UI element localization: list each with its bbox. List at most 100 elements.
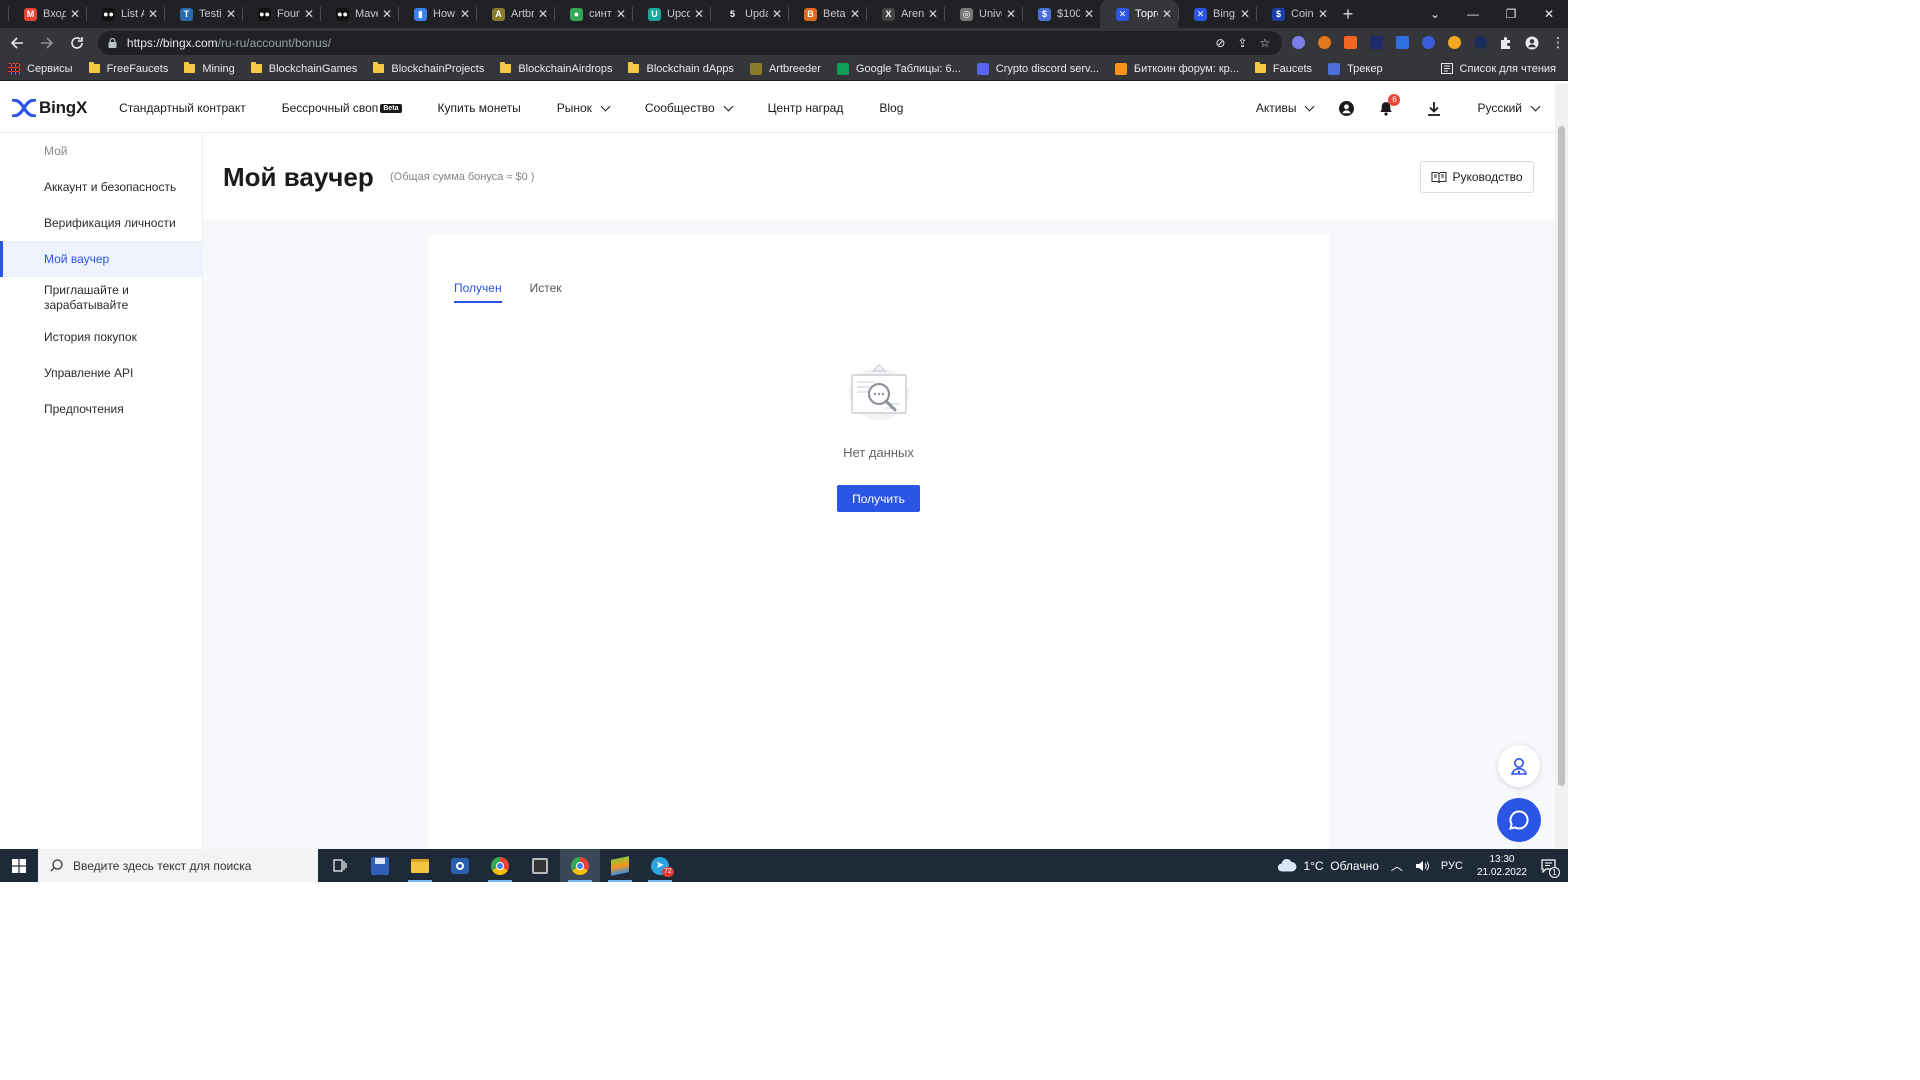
support-button[interactable] bbox=[1498, 745, 1540, 787]
minimize-button[interactable]: — bbox=[1454, 0, 1492, 28]
close-tab-icon[interactable]: ✕ bbox=[1162, 7, 1172, 21]
bookmark-item[interactable]: Faucets bbox=[1247, 62, 1320, 75]
forward-button[interactable] bbox=[34, 30, 60, 56]
bookmark-item[interactable]: Биткоин форум: кр... bbox=[1107, 62, 1247, 75]
assets-menu[interactable]: Активы bbox=[1243, 101, 1327, 115]
tracking-off-icon[interactable]: ⊘ bbox=[1215, 36, 1225, 50]
browser-tab[interactable]: ✕ BingX ✕ bbox=[1178, 0, 1256, 28]
browser-tab[interactable]: ●● List Ai ✕ bbox=[86, 0, 164, 28]
nav-item[interactable]: Стандартный контракт bbox=[101, 101, 264, 115]
nav-item[interactable]: Купить монеты bbox=[420, 101, 539, 115]
restore-button[interactable]: ❐ bbox=[1492, 0, 1530, 28]
browser-tab[interactable]: ◎ Unive ✕ bbox=[944, 0, 1022, 28]
close-tab-icon[interactable]: ✕ bbox=[226, 7, 236, 21]
close-tab-icon[interactable]: ✕ bbox=[538, 7, 548, 21]
browser-tab[interactable]: ●● Founti ✕ bbox=[242, 0, 320, 28]
close-tab-icon[interactable]: ✕ bbox=[382, 7, 392, 21]
tab-search-icon[interactable]: ⌄ bbox=[1416, 0, 1454, 28]
browser-tab[interactable]: $ Coins ✕ bbox=[1256, 0, 1334, 28]
address-bar[interactable]: https://bingx.com/ru-ru/account/bonus/ ⊘… bbox=[97, 30, 1283, 55]
language-selector[interactable]: Русский bbox=[1464, 101, 1555, 115]
nav-item[interactable]: Рынок bbox=[539, 101, 627, 115]
close-tab-icon[interactable]: ✕ bbox=[1240, 7, 1250, 21]
bookmark-item[interactable]: BlockchainAirdrops bbox=[492, 62, 620, 75]
bookmark-item[interactable]: Google Таблицы: 6... bbox=[829, 62, 969, 75]
close-tab-icon[interactable]: ✕ bbox=[616, 7, 626, 21]
extension-5-icon[interactable] bbox=[1392, 33, 1412, 53]
sidebar-item[interactable]: Управление API bbox=[0, 355, 203, 391]
bookmark-item[interactable]: Mining bbox=[176, 62, 242, 75]
floppy-app-icon[interactable] bbox=[360, 849, 400, 882]
bookmark-item[interactable]: Blockchain dApps bbox=[620, 62, 741, 75]
sidebar-item[interactable]: Верификация личности bbox=[0, 205, 203, 241]
task-view-icon[interactable] bbox=[320, 849, 360, 882]
bookmark-star-icon[interactable]: ☆ bbox=[1260, 36, 1271, 50]
bookmark-item[interactable]: BlockchainProjects bbox=[365, 62, 492, 75]
action-center-button[interactable]: 1 bbox=[1535, 858, 1568, 878]
sidebar-item[interactable]: История покупок bbox=[0, 319, 203, 355]
browser-tab[interactable]: A Artbre ✕ bbox=[476, 0, 554, 28]
taskbar-search[interactable]: Введите здесь текст для поиска bbox=[38, 849, 318, 882]
extension-6-icon[interactable] bbox=[1418, 33, 1438, 53]
nav-item[interactable]: Бессрочный своп Beta bbox=[264, 101, 420, 115]
tab-received[interactable]: Получен bbox=[454, 281, 502, 303]
nav-item[interactable]: Центр наград bbox=[750, 101, 862, 115]
bluestacks-icon[interactable] bbox=[600, 849, 640, 882]
browser-tab[interactable]: B Betan ✕ bbox=[788, 0, 866, 28]
close-tab-icon[interactable]: ✕ bbox=[928, 7, 938, 21]
sidebar-item[interactable]: Приглашайте и зарабатывайте bbox=[0, 277, 203, 319]
sidebar-item[interactable]: Мой ваучер bbox=[0, 241, 203, 277]
chrome-icon[interactable] bbox=[480, 849, 520, 882]
close-tab-icon[interactable]: ✕ bbox=[460, 7, 470, 21]
video-editor-icon[interactable] bbox=[520, 849, 560, 882]
extension-8-icon[interactable] bbox=[1470, 33, 1490, 53]
notifications-button[interactable]: 6 bbox=[1366, 84, 1406, 133]
bookmark-item[interactable]: Трекер bbox=[1320, 62, 1391, 75]
browser-menu-icon[interactable]: ⋮ bbox=[1548, 33, 1568, 53]
back-button[interactable] bbox=[4, 30, 30, 56]
extension-3-icon[interactable] bbox=[1340, 33, 1360, 53]
close-tab-icon[interactable]: ✕ bbox=[1084, 7, 1094, 21]
extension-7-icon[interactable] bbox=[1444, 33, 1464, 53]
start-button[interactable] bbox=[0, 849, 38, 882]
bookmark-item[interactable]: Crypto discord serv... bbox=[969, 62, 1107, 75]
bookmark-item[interactable]: FreeFaucets bbox=[81, 62, 177, 75]
close-tab-icon[interactable]: ✕ bbox=[694, 7, 704, 21]
metamask-icon[interactable] bbox=[1314, 33, 1334, 53]
tray-overflow-icon[interactable]: ︿ bbox=[1385, 857, 1409, 874]
reload-button[interactable] bbox=[64, 30, 90, 56]
tab-expired[interactable]: Истек bbox=[530, 281, 562, 303]
input-language[interactable]: РУС bbox=[1435, 860, 1469, 872]
browser-tab[interactable]: X Arena ✕ bbox=[866, 0, 944, 28]
volume-icon[interactable] bbox=[1409, 860, 1435, 872]
new-tab-button[interactable]: + bbox=[1334, 0, 1362, 28]
chat-button[interactable] bbox=[1497, 798, 1541, 842]
telegram-icon[interactable]: ➤ 72 bbox=[640, 849, 680, 882]
sidebar-item[interactable]: Предпочтения bbox=[0, 391, 203, 427]
chrome-active-icon[interactable] bbox=[560, 849, 600, 882]
extension-4-icon[interactable] bbox=[1366, 33, 1386, 53]
close-tab-icon[interactable]: ✕ bbox=[1318, 7, 1328, 21]
guide-button[interactable]: Руководство bbox=[1420, 161, 1534, 193]
browser-tab[interactable]: ▮ How t ✕ bbox=[398, 0, 476, 28]
weather-widget[interactable]: 1°C Облачно bbox=[1271, 859, 1384, 873]
bookmark-item[interactable]: Artbreeder bbox=[742, 62, 829, 75]
bookmark-item[interactable]: Сервисы bbox=[0, 62, 81, 75]
get-voucher-button[interactable]: Получить bbox=[837, 485, 920, 512]
page-scrollbar[interactable] bbox=[1555, 84, 1568, 849]
close-tab-icon[interactable]: ✕ bbox=[304, 7, 314, 21]
browser-tab[interactable]: M Входя ✕ bbox=[8, 0, 86, 28]
browser-tab[interactable]: T Testin ✕ bbox=[164, 0, 242, 28]
close-tab-icon[interactable]: ✕ bbox=[70, 7, 80, 21]
bingx-logo[interactable]: BingX bbox=[12, 98, 87, 118]
close-tab-icon[interactable]: ✕ bbox=[1006, 7, 1016, 21]
reading-list[interactable]: Список для чтения bbox=[1440, 63, 1568, 75]
bookmark-item[interactable]: BlockchainGames bbox=[243, 62, 366, 75]
camera-app-icon[interactable] bbox=[440, 849, 480, 882]
sidebar-item[interactable]: Аккаунт и безопасность bbox=[0, 169, 203, 205]
browser-tab[interactable]: $ $100L ✕ bbox=[1022, 0, 1100, 28]
close-window-button[interactable]: ✕ bbox=[1530, 0, 1568, 28]
download-app-button[interactable] bbox=[1414, 84, 1454, 133]
extensions-puzzle-icon[interactable] bbox=[1496, 33, 1516, 53]
browser-tab[interactable]: ✕ Торго ✕ bbox=[1100, 0, 1178, 28]
